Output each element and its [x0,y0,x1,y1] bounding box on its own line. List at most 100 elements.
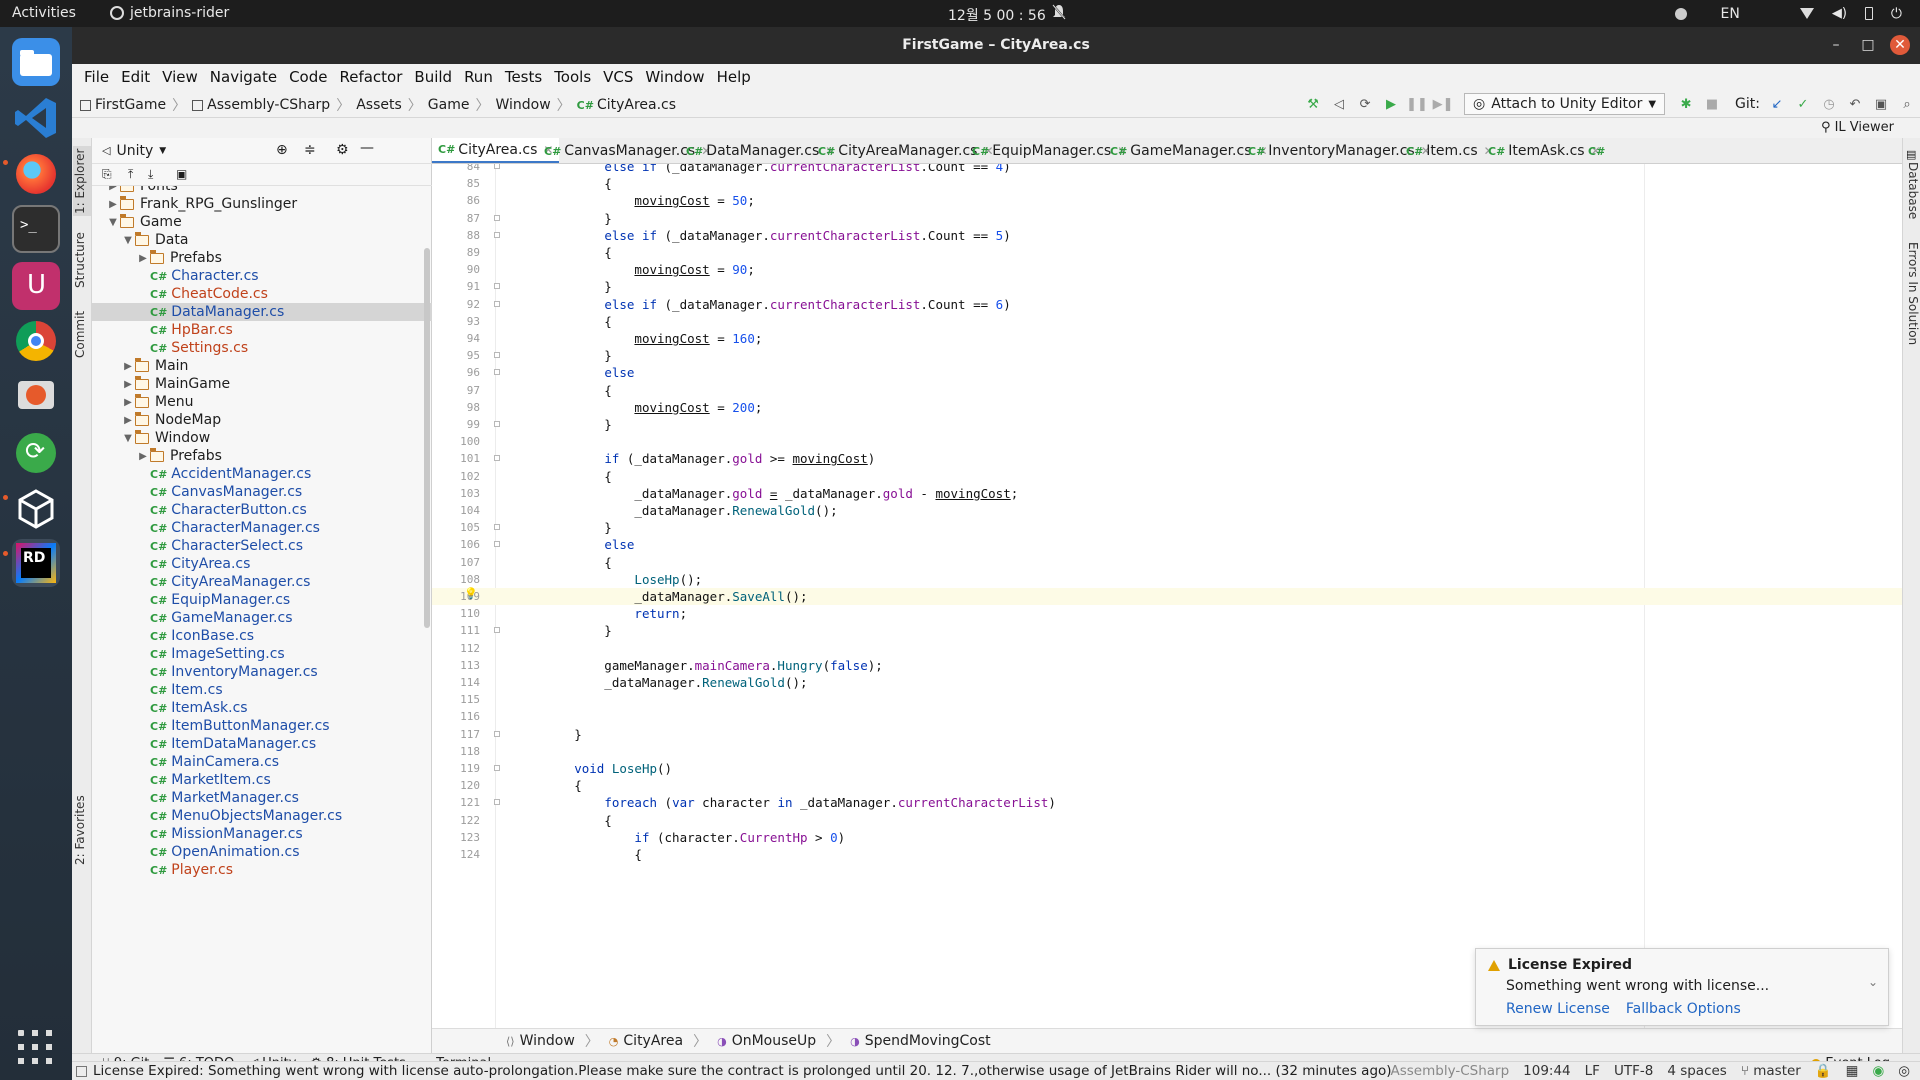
sync-icon[interactable] [1674,7,1687,20]
status-message-icon[interactable] [76,1065,87,1077]
wifi-icon[interactable] [1799,8,1814,19]
git-update-icon[interactable]: ↙ [1766,93,1788,115]
code-line[interactable]: 95 } [432,347,1902,364]
rider-icon[interactable]: RD [12,539,60,587]
code-breadcrumb-item[interactable]: ◔ CityArea [609,1033,683,1049]
build-hammer-icon[interactable]: ⚒ [1302,93,1324,115]
code-line[interactable]: 108 LoseHp(); [432,571,1902,588]
tree-file[interactable]: C# MainCamera.cs [92,753,432,771]
tree-file[interactable]: C# CharacterButton.cs [92,501,432,519]
tree-file[interactable]: C# DataManager.cs [92,303,432,321]
code-breadcrumb-item[interactable]: ◑ SpendMovingCost [850,1033,990,1049]
expand-down-icon[interactable]: ⤓ [148,167,153,182]
notifications-icon[interactable]: ◎ [1898,1063,1910,1079]
code-line[interactable]: 96 else [432,364,1902,381]
tree-file[interactable]: C# ItemButtonManager.cs [92,717,432,735]
code-line[interactable]: 85 { [432,175,1902,192]
tree-folder[interactable]: ▶ Menu [92,393,432,411]
code-area[interactable]: 84 else if (_dataManager.currentCharacte… [432,164,1902,1028]
battery-icon[interactable] [1864,7,1873,20]
stop-icon[interactable]: ■ [1701,93,1723,115]
code-line[interactable]: 84 else if (_dataManager.currentCharacte… [432,164,1902,175]
expand-up-icon[interactable]: ⤒ [128,167,133,182]
code-line[interactable]: 88 else if (_dataManager.currentCharacte… [432,227,1902,244]
right-panel-icon[interactable]: ▤ [1906,148,1916,161]
tree-file[interactable]: C# CanvasManager.cs [92,483,432,501]
code-line[interactable]: 121 foreach (var character in _dataManag… [432,794,1902,811]
explorer-tool-tab[interactable]: 1: Explorer [73,146,91,216]
tree-file[interactable]: C# InventoryManager.cs [92,663,432,681]
git-branch-widget[interactable]: ⑂ master [1741,1063,1801,1079]
menu-edit[interactable]: Edit [121,68,150,86]
tree-file[interactable]: C# CityAreaManager.cs [92,573,432,591]
settings-gear-icon[interactable]: ⚙ [336,142,349,158]
expanded-arrow-icon[interactable]: ▼ [106,217,120,228]
code-line[interactable]: 91 } [432,278,1902,295]
code-line[interactable]: 100 [432,433,1902,450]
code-line[interactable]: 122 { [432,812,1902,829]
code-line[interactable]: 117 } [432,726,1902,743]
git-rollback-icon[interactable]: ↶ [1844,93,1866,115]
tree-folder[interactable]: ▼ Data [92,231,432,249]
tree-file[interactable]: C# MissionManager.cs [92,825,432,843]
code-line[interactable]: 123 if (character.CurrentHp > 0) [432,829,1902,846]
renew-license-link[interactable]: Renew License [1506,1001,1610,1017]
lightbulb-icon[interactable]: 💡 [464,587,478,600]
code-line[interactable]: 98 movingCost = 200; [432,399,1902,416]
menu-tests[interactable]: Tests [505,68,542,86]
collapsed-arrow-icon[interactable]: ▶ [136,451,150,462]
menu-help[interactable]: Help [717,68,751,86]
tree-file[interactable]: C# Character.cs [92,267,432,285]
breadcrumb-item[interactable]: C# CityArea.cs [577,97,676,113]
menu-tools[interactable]: Tools [554,68,591,86]
hide-panel-icon[interactable]: — [360,140,374,156]
ubuntu-software-icon[interactable]: U [12,262,60,310]
code-line[interactable]: 119 void LoseHp() [432,760,1902,777]
attach-unity-dropdown[interactable]: ◎ Attach to Unity Editor ▼ [1464,93,1666,115]
code-line[interactable]: 109 _dataManager.SaveAll(); [432,588,1902,605]
menu-view[interactable]: View [162,68,198,86]
tree-folder[interactable]: ▶ NodeMap [92,411,432,429]
menu-code[interactable]: Code [289,68,327,86]
tree-folder[interactable]: ▶ Prefabs [92,249,432,267]
run-icon[interactable]: ▶ [1380,93,1402,115]
code-line[interactable]: 124 { [432,846,1902,863]
tree-file[interactable]: C# GameManager.cs [92,609,432,627]
preview-icon[interactable]: ▣ [176,167,187,181]
code-line[interactable]: 110 return; [432,605,1902,622]
menu-run[interactable]: Run [464,68,493,86]
code-breadcrumb-item[interactable]: ⟨⟩ Window [506,1033,575,1049]
errors-tool-tab[interactable]: Errors In Solution [1904,242,1920,352]
vscode-icon[interactable] [12,94,60,142]
tree-file[interactable]: C# CheatCode.cs [92,285,432,303]
caret-position[interactable]: 109:44 [1523,1063,1571,1079]
tree-file[interactable]: C# Settings.cs [92,339,432,357]
close-icon[interactable]: ✕ [1890,35,1910,55]
code-line[interactable]: 116 [432,708,1902,725]
breadcrumb-item[interactable]: Game 〉 [428,95,496,115]
refresh-icon[interactable]: ⟳ [1354,93,1376,115]
show-applications-icon[interactable] [18,1030,54,1066]
code-line[interactable]: 118 [432,743,1902,760]
power-icon[interactable]: ⏻ [1891,6,1902,22]
update-icon[interactable]: ⟳ [12,429,60,477]
fallback-options-link[interactable]: Fallback Options [1626,1001,1741,1017]
step-icon[interactable]: ▶❚ [1432,93,1454,115]
collapsed-arrow-icon[interactable]: ▶ [136,253,150,264]
chevron-down-icon[interactable]: ⌄ [1868,975,1878,989]
code-line[interactable]: 99 } [432,416,1902,433]
breadcrumb-item[interactable]: FirstGame 〉 [80,95,192,115]
collapse-all-icon[interactable]: ≑ [304,142,316,158]
code-line[interactable]: 112 [432,640,1902,657]
tree-folder[interactable]: ▼ Window [92,429,432,447]
locate-icon[interactable]: ⊕ [276,142,288,158]
menu-refactor[interactable]: Refactor [339,68,402,86]
tree-file[interactable]: C# CharacterSelect.cs [92,537,432,555]
chrome-icon[interactable] [12,317,60,365]
favorites-tool-tab[interactable]: 2: Favorites [73,793,91,867]
collapsed-arrow-icon[interactable]: ▶ [121,361,135,372]
code-line[interactable]: 111 } [432,622,1902,639]
git-commit-icon[interactable]: ✓ [1792,93,1814,115]
tree-file[interactable]: C# IconBase.cs [92,627,432,645]
code-line[interactable]: 114 _dataManager.RenewalGold(); [432,674,1902,691]
